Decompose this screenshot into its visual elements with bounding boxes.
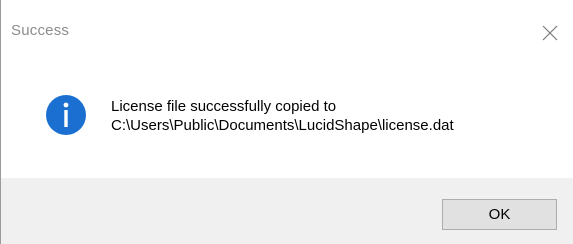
- message-line-1: License file successfully copied to: [111, 98, 337, 115]
- message-text: License file successfully copied to C:\U…: [111, 97, 454, 135]
- title-bar: Success: [1, 0, 573, 62]
- close-icon: [542, 25, 558, 41]
- dialog-title: Success: [11, 22, 70, 39]
- close-button[interactable]: [529, 14, 573, 50]
- message-line-2: C:\Users\Public\Documents\LucidShape\lic…: [111, 117, 454, 134]
- message-dialog: Success License file successfully copied…: [0, 0, 573, 244]
- button-bar: OK: [1, 178, 573, 244]
- info-icon: [46, 95, 86, 135]
- ok-button[interactable]: OK: [442, 199, 557, 230]
- dialog-content: License file successfully copied to C:\U…: [1, 62, 573, 178]
